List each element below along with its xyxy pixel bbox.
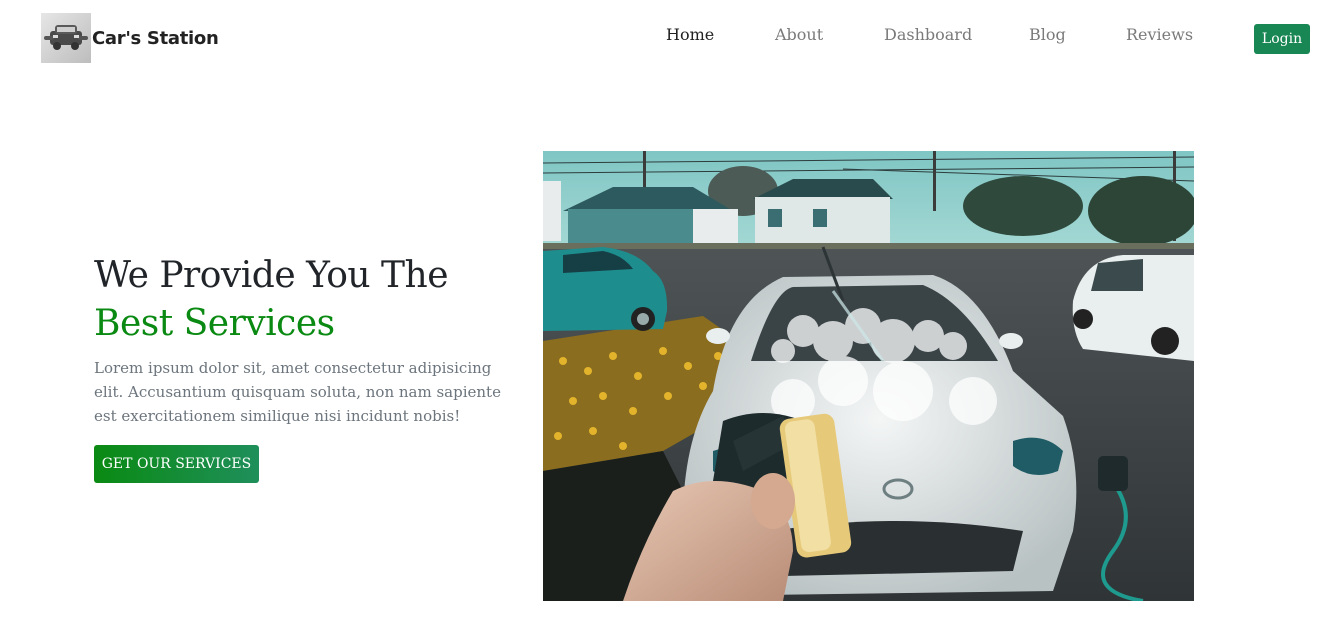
nav-link-dashboard[interactable]: Dashboard <box>884 22 972 48</box>
nav-link-reviews[interactable]: Reviews <box>1126 22 1193 48</box>
hero-text: We Provide You The Best Services Lorem i… <box>94 252 534 428</box>
nav-link-blog[interactable]: Blog <box>1029 22 1066 48</box>
hero-title: We Provide You The Best Services <box>94 252 534 348</box>
car-wash-image <box>543 151 1194 601</box>
hero-title-line1: We Provide You The <box>94 255 449 296</box>
hero-description: Lorem ipsum dolor sit, amet consectetur … <box>94 359 501 425</box>
hero-title-highlight: Best Services <box>94 303 335 344</box>
nav-link-home[interactable]: Home <box>666 22 714 48</box>
navbar: Car's Station Home About Dashboard Blog … <box>0 0 1324 75</box>
main-nav: Home About Dashboard Blog Reviews <box>0 22 1324 50</box>
nav-link-about[interactable]: About <box>775 22 823 48</box>
get-services-button[interactable]: GET OUR SERVICES <box>94 445 259 483</box>
login-button[interactable]: Login <box>1254 24 1310 54</box>
